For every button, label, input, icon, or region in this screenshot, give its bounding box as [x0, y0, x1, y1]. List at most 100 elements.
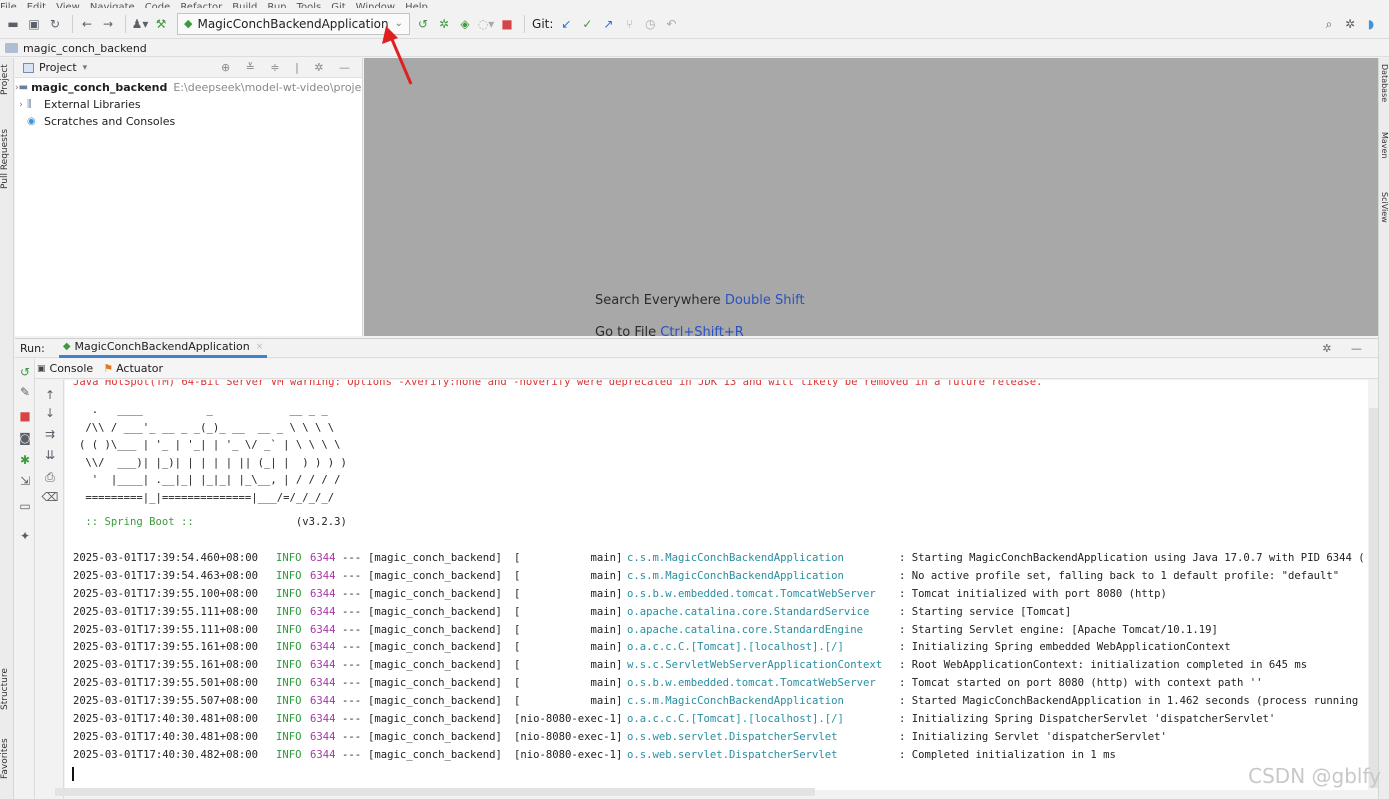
menu-item[interactable]: Tools [297, 3, 322, 9]
scroll-up-icon[interactable]: ↑ [40, 388, 60, 402]
log-logger: o.s.web.servlet.DispatcherServlet [627, 730, 838, 743]
tree-item-scratches[interactable]: ◉ Scratches and Consoles [15, 113, 362, 130]
tree-item-project[interactable]: › ▬ magic_conch_backend E:\deepseek\mode… [15, 79, 362, 96]
forward-icon[interactable]: → [99, 14, 117, 34]
search-icon[interactable]: ⌕ [1320, 14, 1338, 34]
clear-all-icon[interactable]: ⌫ [40, 490, 60, 504]
build-hammer-icon[interactable]: ⚒ [152, 14, 170, 34]
log-thread: [ main] [514, 659, 623, 672]
run-side-toolbar: ↺ ✎ ■ ◙ ✱ ⇲ ▭ ✦ [15, 359, 35, 799]
right-tool-strip: Database Maven SciView [1378, 58, 1389, 799]
console-output[interactable]: Java HotSpot(TM) 64-Bit Server VM warnin… [65, 380, 1368, 790]
scroll-down-icon[interactable]: ↓ [40, 406, 60, 420]
camera-icon[interactable]: ◙ [15, 431, 35, 445]
log-lvl: INFO [276, 677, 302, 690]
console-vertical-scrollbar[interactable] [1369, 408, 1378, 788]
menu-item[interactable]: Git [331, 3, 345, 9]
rerun-icon[interactable]: ↺ [414, 14, 432, 34]
menu-item[interactable]: Window [356, 3, 395, 9]
close-icon[interactable]: × [256, 342, 264, 352]
import-icon[interactable]: ⇲ [15, 474, 35, 488]
run-configuration-select[interactable]: ◆ MagicConchBackendApplication ⌄ [177, 12, 411, 35]
go-to-file-hint: Go to File Ctrl+Shift+R [595, 325, 744, 336]
profile-dropdown-icon[interactable]: ◌▾ [477, 14, 495, 34]
log-dash: --- [342, 677, 362, 690]
stop-icon[interactable]: ■ [498, 14, 516, 34]
menu-item[interactable]: Help [405, 3, 428, 9]
project-view-icon [23, 62, 34, 73]
log-thread: [ main] [514, 695, 623, 708]
left-tool-strip: Project Pull Requests Structure Favorite… [0, 58, 14, 799]
pull-requests-tool-tab[interactable]: Pull Requests [0, 124, 14, 194]
tab-actuator-label: Actuator [116, 362, 164, 375]
log-dash: --- [342, 695, 362, 708]
breadcrumb-project[interactable]: magic_conch_backend [23, 42, 147, 55]
pin-icon[interactable]: ✦ [15, 529, 35, 543]
run-coverage-icon[interactable]: ◈ [456, 14, 474, 34]
chevron-down-icon[interactable]: ▾ [83, 63, 88, 73]
menu-item[interactable]: Refactor [180, 3, 222, 9]
database-tool-tab[interactable]: Database [1378, 64, 1389, 120]
debug-icon[interactable]: ✲ [435, 14, 453, 34]
banner-line: ' |____| .__|_| |_|_| |_\__, | / / / / [79, 474, 341, 487]
log-ts: 2025-03-01T17:39:55.100+08:00 [73, 587, 258, 600]
breadcrumb: magic_conch_backend [0, 40, 1389, 57]
sync-icon[interactable]: ↻ [46, 14, 64, 34]
git-branch-icon[interactable]: ⑂ [620, 14, 638, 34]
back-icon[interactable]: ← [78, 14, 96, 34]
history-icon[interactable]: ◷ [641, 14, 659, 34]
rerun-icon[interactable]: ↺ [15, 365, 35, 379]
menu-item[interactable]: Navigate [90, 3, 135, 9]
modify-config-icon[interactable]: ✎ [15, 385, 35, 399]
favorites-tool-tab[interactable]: Favorites [0, 734, 14, 784]
rollback-icon[interactable]: ↶ [662, 14, 680, 34]
chevron-right-icon[interactable]: › [15, 100, 27, 110]
log-lvl: INFO [276, 552, 302, 564]
menu-item[interactable]: Run [267, 3, 286, 9]
maven-tool-tab[interactable]: Maven [1378, 132, 1389, 176]
settings-icon[interactable]: ✲ [1341, 14, 1359, 34]
log-dash: --- [342, 587, 362, 600]
debug-bug-icon[interactable]: ✱ [15, 453, 35, 467]
git-update-icon[interactable]: ↙ [557, 14, 575, 34]
menu-item[interactable]: Edit [27, 3, 46, 9]
user-dropdown-icon[interactable]: ♟▾ [131, 14, 149, 34]
menu-item[interactable]: Build [232, 3, 257, 9]
log-thread: [nio-8080-exec-1] [514, 713, 623, 726]
plugin-icon[interactable]: ◗ [1362, 14, 1380, 34]
menu-item[interactable]: File [0, 3, 17, 9]
run-window-actions[interactable]: ✲ — [1322, 342, 1370, 355]
log-pid: 6344 [310, 569, 336, 582]
scroll-to-end-icon[interactable]: ⇊ [40, 448, 60, 462]
tab-console[interactable]: ▣ Console [37, 362, 93, 375]
log-row: 2025-03-01T17:39:54.463+08:00 INFO 6344 ---… [73, 570, 1365, 588]
log-row: 2025-03-01T17:39:55.100+08:00 INFO 6344 ---… [73, 588, 1365, 606]
soft-wrap-icon[interactable]: ⇉ [40, 427, 60, 441]
stop-icon[interactable]: ■ [15, 409, 35, 423]
log-app: [magic_conch_backend] [368, 623, 502, 636]
git-push-icon[interactable]: ↗ [599, 14, 617, 34]
log-app: [magic_conch_backend] [368, 748, 502, 761]
open-folder-icon[interactable]: ▬ [4, 14, 22, 34]
log-ts: 2025-03-01T17:39:55.161+08:00 [73, 641, 258, 654]
menu-item[interactable]: View [56, 3, 80, 9]
folder-icon [5, 43, 18, 53]
project-view-select[interactable]: Project [39, 61, 77, 74]
toolbar-divider [524, 14, 526, 33]
tree-item-label: Scratches and Consoles [44, 115, 176, 128]
project-header-actions[interactable]: ⊕ ≚ ≑ | ✲ — [221, 61, 356, 74]
structure-tool-tab[interactable]: Structure [0, 666, 14, 712]
git-commit-icon[interactable]: ✓ [578, 14, 596, 34]
sciview-tool-tab[interactable]: SciView [1378, 192, 1389, 242]
menu-item[interactable]: Code [145, 3, 171, 9]
project-tool-tab[interactable]: Project [0, 62, 14, 98]
log-pid: 6344 [310, 552, 336, 564]
tab-actuator[interactable]: ⚑ Actuator [103, 362, 163, 375]
print-icon[interactable]: ⎙ [40, 470, 60, 485]
tree-item-external-libraries[interactable]: › ⫼ External Libraries [15, 96, 362, 113]
run-tab[interactable]: ◆ MagicConchBackendApplication × [58, 339, 268, 358]
layout-icon[interactable]: ▭ [15, 499, 35, 513]
log-lvl: INFO [276, 695, 302, 708]
save-all-icon[interactable]: ▣ [25, 14, 43, 34]
console-horizontal-scrollbar[interactable] [55, 788, 815, 796]
